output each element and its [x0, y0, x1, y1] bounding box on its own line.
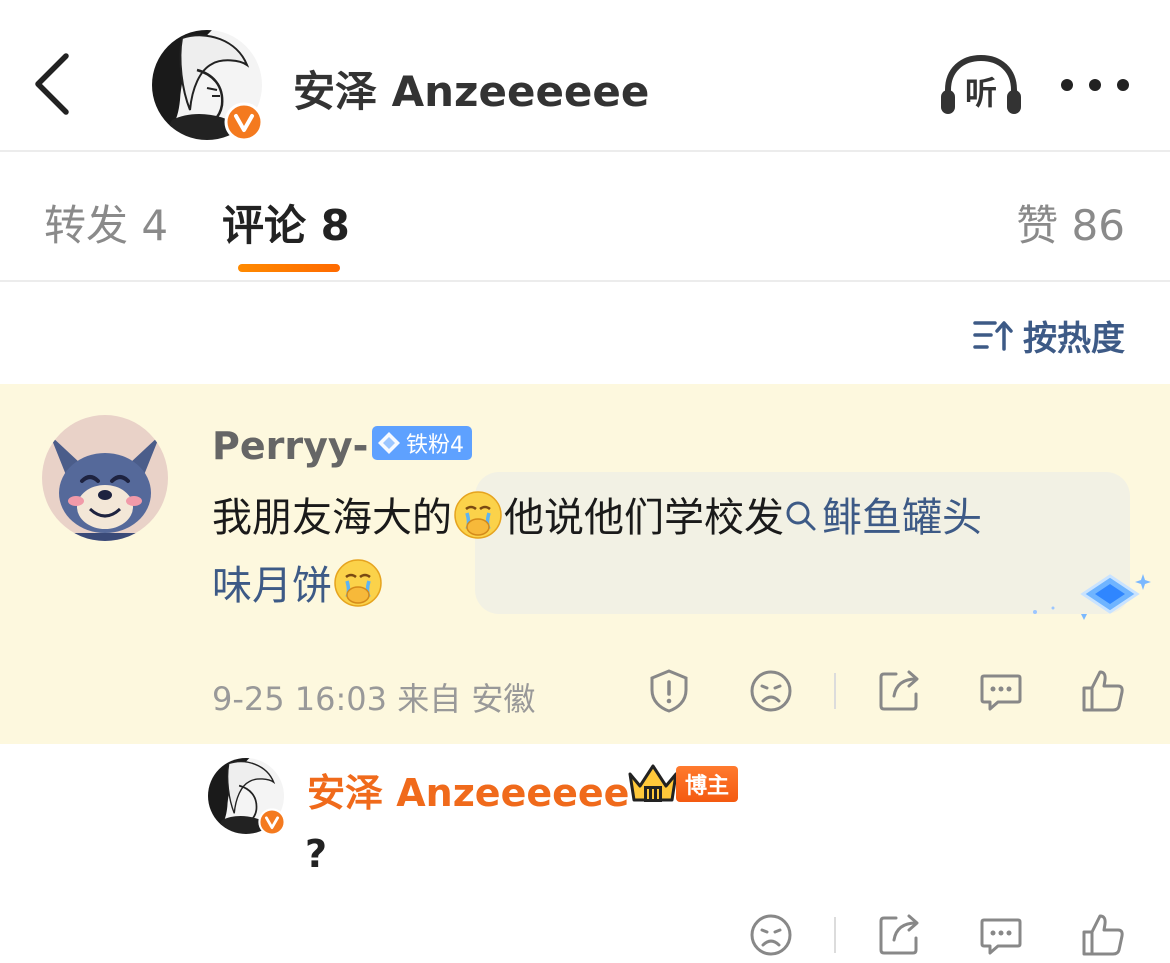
back-button[interactable]: [28, 50, 80, 120]
fan-badge-label: 铁粉4: [406, 433, 464, 458]
comment-item: Perryy- 铁粉4 我朋友海大的 他说他们学校发 鲱鱼罐头 味月饼 9-25…: [0, 384, 1170, 744]
reply-actions: [748, 912, 1126, 958]
action-divider: [834, 917, 836, 953]
dislike-face-icon[interactable]: [748, 912, 794, 958]
verified-badge-icon: [224, 102, 264, 142]
search-icon: [786, 501, 816, 531]
comment-actions: [646, 668, 1126, 714]
diamond-decoration-icon: [1033, 574, 1151, 620]
sort-label: 按热度: [1023, 318, 1125, 359]
crying-emoji-icon: [334, 559, 382, 607]
share-icon[interactable]: [876, 668, 922, 714]
reply-author-avatar[interactable]: [208, 758, 286, 836]
top-bar: 安泽 Anzeeeeee 听: [0, 0, 1170, 152]
topic-text-line2[interactable]: 味月饼: [212, 563, 332, 609]
comment-meta: 9-25 16:03 来自 安徽: [212, 680, 536, 718]
reply-author-name[interactable]: 安泽 Anzeeeeee: [307, 762, 629, 817]
comment-icon[interactable]: [978, 668, 1024, 714]
author-avatar[interactable]: [152, 30, 264, 142]
action-divider: [834, 673, 836, 709]
author-name[interactable]: 安泽 Anzeeeeee: [293, 58, 649, 119]
diamond-icon: [378, 432, 400, 454]
reply-text: ?: [305, 832, 328, 876]
sort-toggle[interactable]: 按热度: [973, 312, 1125, 359]
crown-icon: [628, 764, 678, 802]
comment-text-part1: 我朋友海大的: [212, 495, 452, 541]
sort-icon: [973, 321, 1013, 351]
chevron-left-icon: [35, 53, 69, 115]
topic-text-line1[interactable]: 鲱鱼罐头: [822, 495, 982, 541]
like-icon[interactable]: [1080, 912, 1126, 958]
tab-likes[interactable]: 赞 86: [1016, 192, 1125, 253]
listen-button[interactable]: 听: [938, 52, 1024, 118]
commenter-avatar[interactable]: [42, 415, 168, 541]
blogger-badge: 博主: [676, 766, 738, 802]
active-tab-indicator: [238, 264, 340, 272]
more-dots-icon: [1061, 79, 1129, 91]
comment-text-part2: 他说他们学校发: [504, 495, 784, 541]
tab-bar: 转发 4 评论 8 赞 86: [0, 152, 1170, 282]
more-button[interactable]: [1058, 70, 1132, 100]
comment-icon[interactable]: [978, 912, 1024, 958]
commenter-name[interactable]: Perryy-: [212, 424, 368, 468]
comment-text: 我朋友海大的 他说他们学校发 鲱鱼罐头味月饼: [212, 484, 1112, 620]
headphones-icon: 听: [941, 54, 1021, 114]
verified-badge-icon: [258, 808, 286, 836]
report-icon[interactable]: [646, 668, 692, 714]
fan-level-badge: 铁粉4: [372, 426, 472, 460]
crying-emoji-icon: [454, 491, 502, 539]
like-icon[interactable]: [1080, 668, 1126, 714]
tab-comments[interactable]: 评论 8: [222, 192, 350, 253]
share-icon[interactable]: [876, 912, 922, 958]
tab-reposts[interactable]: 转发 4: [44, 192, 168, 253]
dislike-face-icon[interactable]: [748, 668, 794, 714]
listen-label: 听: [965, 74, 997, 112]
